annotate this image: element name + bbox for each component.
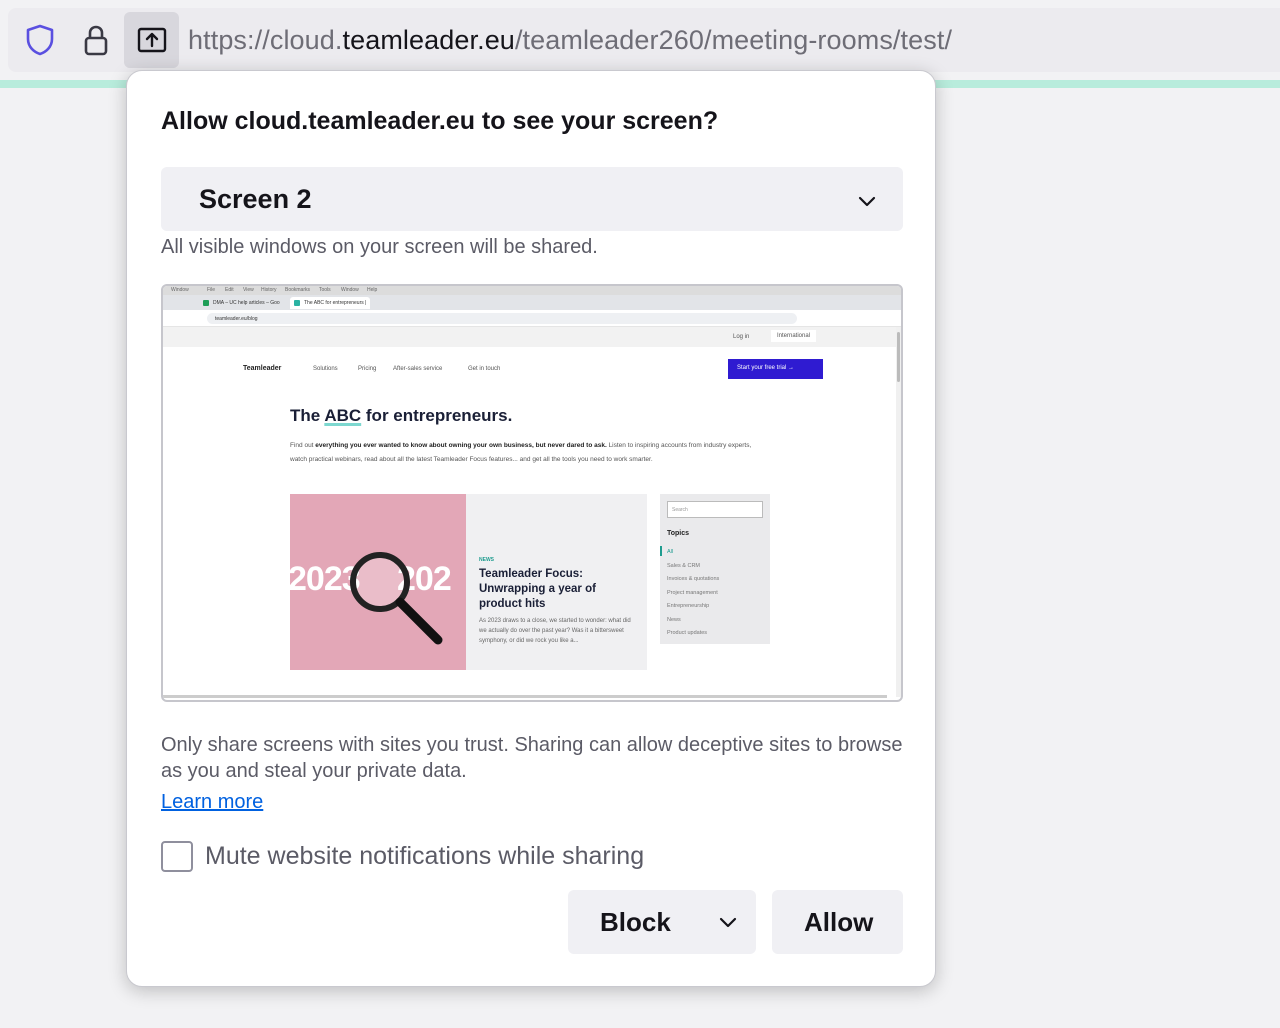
screen-share-permission-panel: Allow cloud.teamleader.eu to see your sc… — [126, 70, 936, 987]
screen-select[interactable]: Screen 2 — [161, 167, 903, 231]
url-prefix: https://cloud. — [188, 25, 343, 55]
preview-hscrollbar — [163, 695, 887, 698]
trust-warning: Only share screens with sites you trust.… — [161, 734, 903, 782]
preview-menu-item: File — [207, 287, 216, 293]
block-button[interactable]: Block — [568, 890, 756, 954]
preview-menubar: Window File Edit View History Bookmarks … — [163, 286, 901, 295]
preview-heading-part: for entrepreneurs. — [361, 406, 513, 425]
preview-tabbar: DMA – UC help articles – Goo The ABC for… — [163, 295, 901, 310]
sheets-icon — [203, 300, 209, 306]
preview-cta-label: Start your free trial — [737, 365, 787, 371]
preview-topics-title: Topics — [667, 530, 690, 537]
preview-card-title: Teamleader Focus: Unwrapping a year of p… — [479, 568, 596, 610]
preview-topic: Product updates — [667, 630, 708, 636]
preview-description: Find out everything you ever wanted to k… — [290, 439, 770, 466]
preview-tab-label: The ABC for entrepreneurs | — [304, 300, 367, 306]
preview-card-image: 2023 202 — [290, 494, 466, 670]
preview-nav-item: Solutions — [313, 366, 338, 372]
magnifying-glass-icon — [350, 552, 443, 645]
shield-icon[interactable] — [20, 20, 60, 60]
mute-notifications-label[interactable]: Mute website notifications while sharing — [205, 842, 644, 871]
preview-heading: The ABC for entrepreneurs. — [290, 406, 512, 426]
preview-tab-active: The ABC for entrepreneurs | — [290, 297, 371, 309]
preview-tab-label: DMA – UC help articles – Goo — [213, 300, 280, 306]
preview-heading-part: The — [290, 406, 325, 425]
screen-preview: Window File Edit View History Bookmarks … — [161, 284, 903, 702]
url-path: /teamleader260/meeting-rooms/test/ — [514, 25, 953, 55]
url-host: teamleader.eu — [342, 25, 515, 55]
preview-card-text: As 2023 draws to a close, we started to … — [479, 618, 631, 644]
preview-menu-item: Help — [367, 287, 378, 293]
block-button-label: Block — [600, 907, 671, 937]
screen-share-icon[interactable] — [124, 12, 179, 68]
preview-topic: Sales & CRM — [667, 562, 701, 569]
preview-desc-bold: everything you ever wanted to know about… — [315, 442, 607, 449]
shared-note: All visible windows on your screen will … — [161, 236, 598, 258]
preview-topic: Entrepreneurship — [667, 603, 710, 609]
preview-topic: Project management — [667, 589, 718, 596]
preview-article-card: 2023 202 NEWS Teamleader Focus: Unwrappi… — [290, 494, 647, 670]
preview-international: International — [771, 330, 817, 342]
panel-title: Allow cloud.teamleader.eu to see your sc… — [161, 107, 719, 135]
url-bar[interactable]: https://cloud.teamleader.eu/teamleader26… — [8, 8, 1280, 72]
preview-address-field: teamleader.eu/blog — [207, 313, 797, 324]
lock-icon[interactable] — [76, 20, 116, 60]
preview-topic-indicator — [660, 546, 662, 556]
preview-site-nav: Teamleader Solutions Pricing After-sales… — [163, 347, 899, 391]
url-text[interactable]: https://cloud.teamleader.eu/teamleader26… — [188, 25, 952, 56]
preview-cta-button: Start your free trial → — [728, 359, 823, 379]
preview-top-strip: Log in International — [163, 327, 899, 347]
preview-login: Log in — [733, 334, 750, 340]
preview-menu-item: Window — [171, 287, 189, 293]
preview-menu-item: Window — [341, 287, 359, 293]
preview-search: Search — [667, 501, 763, 518]
preview-nav-item: Get in touch — [468, 366, 501, 372]
preview-nav-item: After-sales service — [393, 366, 443, 372]
preview-tab: DMA – UC help articles – Goo — [199, 297, 284, 309]
mute-notifications-checkbox[interactable] — [161, 841, 193, 872]
preview-sidebar: Search Topics All Sales & CRM Invoices &… — [660, 494, 770, 644]
preview-menu-item: History — [261, 287, 277, 293]
chevron-down-icon[interactable] — [716, 910, 740, 934]
preview-menu-item: Tools — [319, 287, 331, 293]
preview-menu-item: Bookmarks — [285, 287, 311, 293]
screen-select-value: Screen 2 — [199, 184, 312, 214]
chevron-down-icon — [858, 196, 876, 207]
preview-topic: Invoices & quotations — [667, 576, 720, 582]
allow-button[interactable]: Allow — [772, 890, 903, 954]
preview-topic: News — [667, 616, 681, 623]
preview-card-tag: NEWS — [479, 557, 494, 563]
preview-menu-item: View — [243, 287, 254, 293]
preview-topic: All — [667, 549, 674, 555]
preview-topic-list: All Sales & CRM Invoices & quotations Pr… — [667, 546, 719, 641]
preview-logo: Teamleader — [243, 365, 282, 372]
learn-more-link[interactable]: Learn more — [161, 791, 263, 814]
teamleader-favicon-icon — [294, 300, 300, 306]
preview-address-bar: teamleader.eu/blog — [163, 310, 901, 327]
preview-heading-highlight: ABC — [324, 406, 362, 425]
preview-desc-part: Find out — [290, 442, 316, 449]
preview-nav-item: Pricing — [358, 366, 377, 372]
allow-button-label: Allow — [804, 907, 874, 937]
preview-menu-item: Edit — [225, 287, 234, 293]
